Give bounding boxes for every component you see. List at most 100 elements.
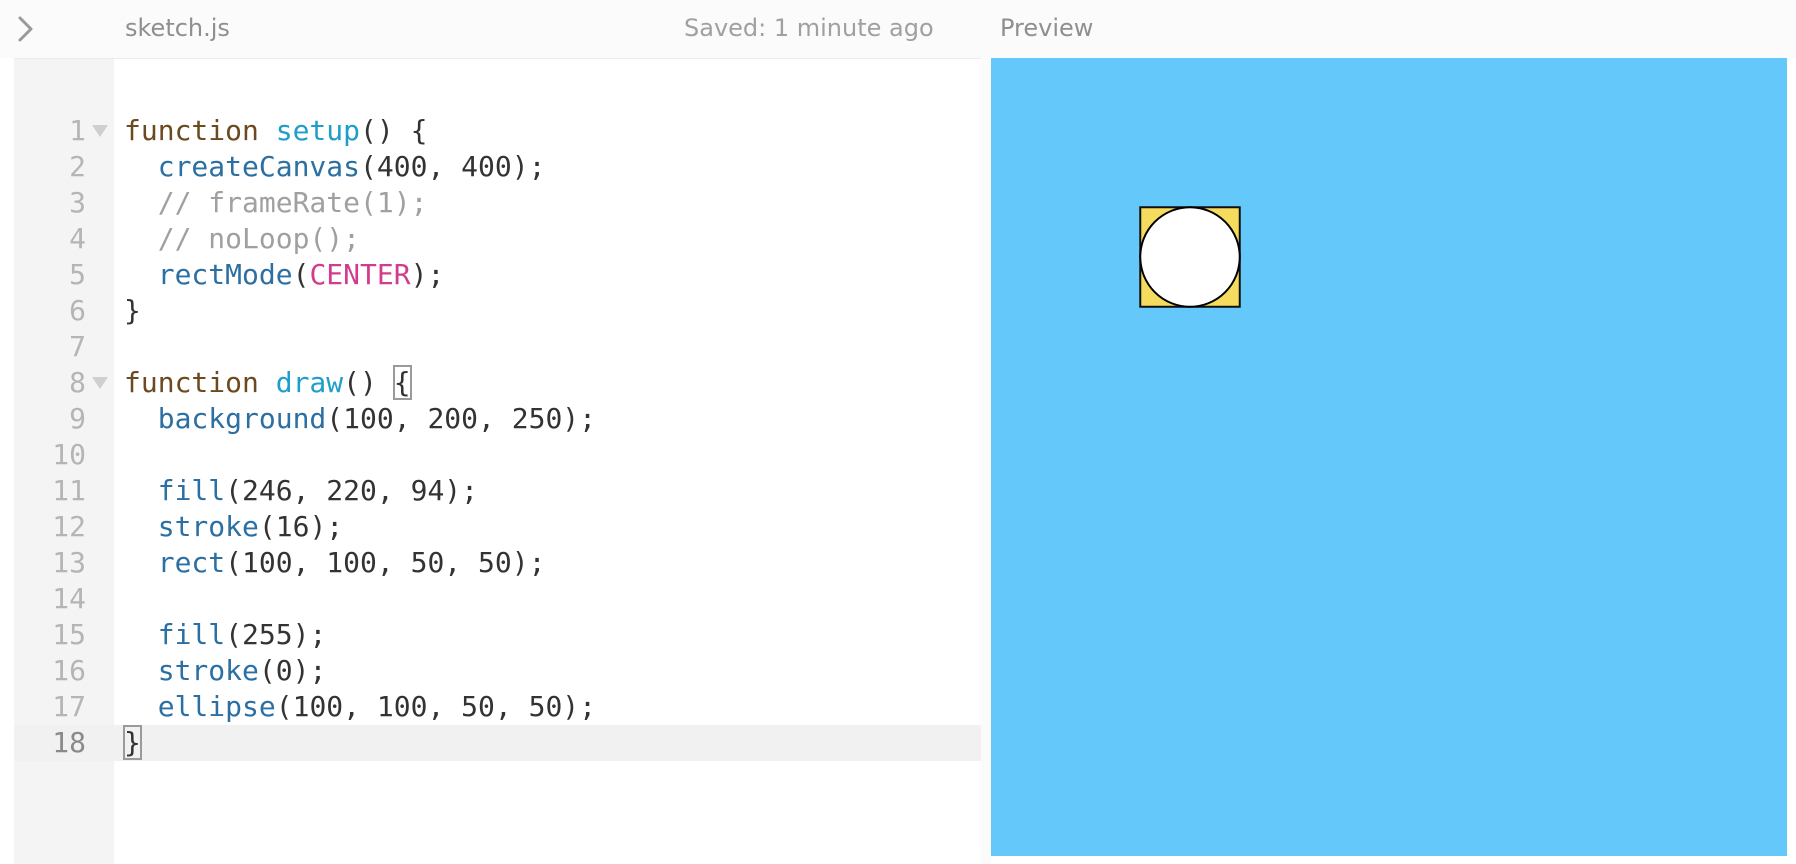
code-text: fill(255); (124, 617, 327, 653)
code-line-7[interactable]: 7 (14, 329, 981, 365)
code-text: background(100, 200, 250); (124, 401, 596, 437)
punct-token: () (343, 366, 394, 399)
code-line-9[interactable]: 9 background(100, 200, 250); (14, 401, 981, 437)
code-line-12[interactable]: 12 stroke(16); (14, 509, 981, 545)
code-line-18-active[interactable]: 18 } (14, 725, 981, 761)
line-number: 5 (69, 258, 86, 291)
comment-token: // frameRate(1); (157, 186, 428, 219)
line-number: 13 (52, 546, 86, 579)
line-number: 10 (52, 438, 86, 471)
code-line-5[interactable]: 5 rectMode(CENTER); (14, 257, 981, 293)
pane-resize-handle[interactable] (981, 58, 991, 864)
line-number: 18 (52, 726, 86, 759)
builtin-token: fill (157, 474, 226, 507)
line-number: 2 (69, 150, 86, 183)
matched-bracket: { (392, 365, 412, 400)
code-text: ellipse(100, 100, 50, 50); (124, 689, 596, 725)
code-text: } (123, 725, 142, 761)
builtin-token: stroke (157, 510, 259, 543)
code-line-17[interactable]: 17 ellipse(100, 100, 50, 50); (14, 689, 981, 725)
constant-token: CENTER (309, 258, 411, 291)
args-token: (100, 200, 250); (326, 402, 597, 435)
save-status: Saved: 1 minute ago (684, 14, 934, 42)
code-line-14[interactable]: 14 (14, 581, 981, 617)
code-line-11[interactable]: 11 fill(246, 220, 94); (14, 473, 981, 509)
code-lines[interactable]: 1 function setup() { 2 createCanvas(400,… (14, 113, 981, 761)
builtin-token: fill (157, 618, 226, 651)
line-number: 17 (52, 690, 86, 723)
matched-bracket: } (123, 725, 142, 760)
preview-title: Preview (1000, 14, 1094, 42)
code-line-4[interactable]: 4 // noLoop(); (14, 221, 981, 257)
sketch-preview-canvas[interactable] (991, 58, 1787, 856)
builtin-token: ellipse (157, 690, 276, 723)
builtin-token: rect (157, 546, 226, 579)
code-line-15[interactable]: 15 fill(255); (14, 617, 981, 653)
keyword-token: function (124, 114, 259, 147)
file-name-tab[interactable]: sketch.js (125, 14, 230, 42)
builtin-token: rectMode (157, 258, 293, 291)
line-number: 14 (52, 582, 86, 615)
line-number: 1 (69, 114, 86, 147)
canvas-background (991, 58, 1787, 856)
args-token: (100, 100, 50, 50); (275, 690, 597, 723)
args-token: (0); (258, 654, 327, 687)
code-text: } (124, 293, 141, 329)
args-token: (400, 400); (360, 150, 546, 183)
code-line-8[interactable]: 8 function draw() { (14, 365, 981, 401)
code-editor[interactable]: 1 function setup() { 2 createCanvas(400,… (14, 58, 981, 864)
line-number: 3 (69, 186, 86, 219)
punct-token: } (124, 294, 141, 327)
expand-sidebar-button[interactable] (14, 14, 38, 44)
code-line-16[interactable]: 16 stroke(0); (14, 653, 981, 689)
code-line-1[interactable]: 1 function setup() { (14, 113, 981, 149)
line-number: 7 (69, 330, 86, 363)
line-number: 4 (69, 222, 86, 255)
chevron-right-icon (18, 16, 33, 42)
fold-toggle-icon[interactable] (92, 125, 108, 137)
code-line-13[interactable]: 13 rect(100, 100, 50, 50); (14, 545, 981, 581)
args-token: (255); (225, 618, 327, 651)
line-number: 15 (52, 618, 86, 651)
line-number: 11 (52, 474, 86, 507)
editor-header: sketch.js Saved: 1 minute ago Preview (0, 0, 1796, 58)
punct-token: ( (292, 258, 310, 291)
comment-token: // noLoop(); (157, 222, 361, 255)
line-number: 16 (52, 654, 86, 687)
args-token: (16); (258, 510, 344, 543)
args-token: (246, 220, 94); (225, 474, 479, 507)
code-line-10[interactable]: 10 (14, 437, 981, 473)
punct-token: () { (360, 114, 428, 147)
punct-token: ); (410, 258, 445, 291)
code-line-2[interactable]: 2 createCanvas(400, 400); (14, 149, 981, 185)
code-text: stroke(0); (124, 653, 327, 689)
code-text: function draw() { (124, 365, 412, 401)
line-number: 6 (69, 294, 86, 327)
line-number: 9 (69, 402, 86, 435)
code-line-6[interactable]: 6 } (14, 293, 981, 329)
code-text: rect(100, 100, 50, 50); (124, 545, 546, 581)
function-name-token: draw (275, 366, 344, 399)
fold-toggle-icon[interactable] (92, 377, 108, 389)
code-text: // noLoop(); (124, 221, 360, 257)
preview-svg (991, 58, 1787, 856)
code-text: function setup() { (124, 113, 427, 149)
builtin-token: background (157, 402, 327, 435)
code-text: stroke(16); (124, 509, 343, 545)
code-line-3[interactable]: 3 // frameRate(1); (14, 185, 981, 221)
builtin-token: stroke (157, 654, 259, 687)
keyword-token: function (124, 366, 259, 399)
line-number: 12 (52, 510, 86, 543)
code-text: // frameRate(1); (124, 185, 428, 221)
